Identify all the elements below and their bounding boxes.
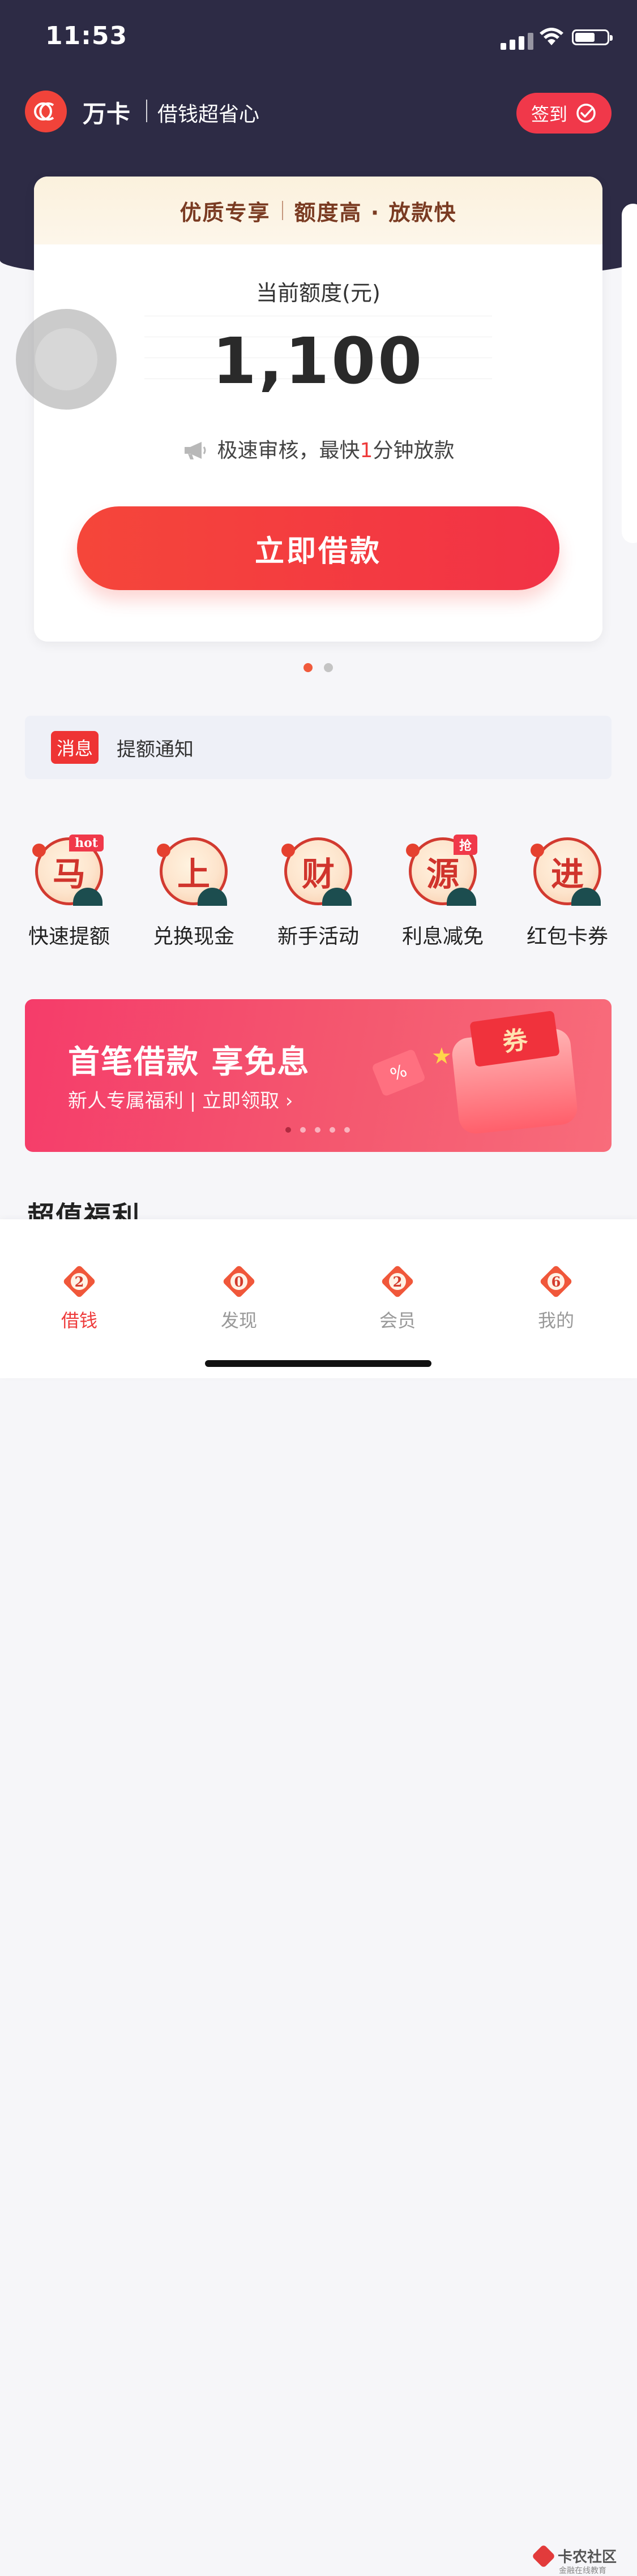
banner-dot [300,1127,306,1133]
app-slogan: 借钱超省心 [157,103,260,126]
tab-borrow[interactable]: 2 借钱 [34,1266,125,1332]
card-banner-left: 优质专享 [179,200,271,225]
lucky-diamond-icon: 2 [63,1266,95,1297]
fortune-medallion-icon: 上 [157,837,228,906]
notice-tag: 消息 [51,731,99,764]
wifi-icon [540,28,563,45]
notice-bar[interactable]: 消息 提额通知 [25,716,612,779]
quick-entry-item[interactable]: 上兑换现金 [143,837,245,949]
quick-entry-item[interactable]: 源抢利息减免 [392,835,494,949]
star-icon: ★ [431,1043,452,1069]
signin-label: 签到 [531,104,567,125]
assistive-touch-button[interactable] [16,309,117,410]
app-logo [25,91,67,132]
loan-card: 优质专享 额度高 · 放款快 当前额度(元) 1,100 极速审核，最快1分钟放… [34,177,602,642]
quick-entry-label: 红包卡券 [526,925,608,948]
logo-mark-icon [34,102,54,121]
tab-discover[interactable]: 0 发现 [194,1266,284,1332]
promo-banner[interactable]: 首笔借款 享免息 新人专属福利 | 立即领取 › % ★ 券 [25,999,612,1152]
banner-dot [315,1127,320,1133]
lantern-icon [32,844,46,857]
megaphone-icon [184,442,206,459]
limit-label: 当前额度(元) [256,281,381,306]
fortune-medallion-icon: 进 [531,837,601,906]
tab-label: 发现 [220,1310,257,1331]
banner-dot [344,1127,350,1133]
cellular-signal-icon [501,33,533,50]
tab-number: 2 [74,1273,84,1290]
card-banner-divider [281,201,283,220]
borrow-now-button[interactable]: 立即借款 [77,506,559,590]
banner-title: 首笔借款 享免息 [68,1044,310,1081]
tab-label: 会员 [379,1310,416,1331]
lantern-icon [281,844,295,857]
tab-mine[interactable]: 6 我的 [511,1266,601,1332]
tab-number: 0 [234,1273,244,1290]
card-banner-right: 额度高 · 放款快 [294,200,457,225]
carousel-indicator [303,663,333,672]
promo-suffix: 分钟放款 [373,439,455,462]
quick-entry-label: 快速提额 [28,925,110,948]
tab-member[interactable]: 2 会员 [352,1266,443,1332]
quick-entry-label: 兑换现金 [152,925,234,948]
watermark-main: 卡农社区 [558,2549,617,2566]
notice-text: 提额通知 [117,738,194,761]
banner-subtitle: 新人专属福利 | 立即领取 › [68,1090,293,1112]
home-indicator[interactable] [205,1360,431,1367]
banner-dot [330,1127,335,1133]
tab-label: 借钱 [61,1310,97,1331]
entry-badge: hot [69,835,104,852]
quick-entry-item[interactable]: 进红包卡券 [516,837,618,949]
bottom-tab-bar: 卡农社区 金融在线教育 2 借钱 0 发现 2 会员 6 我的 [0,1219,637,2575]
banner-indicator [285,1127,350,1133]
battery-icon [572,29,613,45]
quick-entry-label: 新手活动 [277,925,359,948]
lantern-icon [157,844,170,857]
header-divider [146,100,147,122]
signin-button[interactable]: 签到 [516,93,612,134]
medallion-glyph: 马 [52,855,85,893]
watermark-sub: 金融在线教育 [559,2566,606,2575]
watermark-logo-icon [531,2544,556,2569]
quick-entry-item[interactable]: 马 hot 快速提额 [18,835,120,949]
lantern-icon [406,844,420,857]
fortune-medallion-icon: 财 [281,837,352,906]
quick-entry-item[interactable]: 财新手活动 [267,837,369,949]
card-banner: 优质专享 额度高 · 放款快 [34,177,602,244]
medallion-glyph: 进 [550,855,584,893]
lucky-diamond-icon: 0 [223,1266,255,1297]
app-name: 万卡 [83,100,131,128]
percent-coupon-icon: % [371,1048,426,1097]
medallion-glyph: 上 [177,855,210,893]
fortune-medallion-icon: 源抢 [406,835,477,906]
banner-dot [285,1127,291,1133]
fortune-medallion-icon: 马 hot [32,835,104,906]
check-circle-icon [576,104,596,123]
lucky-diamond-icon: 2 [382,1266,413,1297]
limit-value: 1,100 [212,325,425,398]
medallion-glyph: 财 [301,855,335,893]
tab-label: 我的 [537,1310,574,1331]
promo-prefix: 极速审核，最快 [217,439,360,462]
promo-line: 极速审核，最快1分钟放款 [34,434,602,463]
lantern-icon [531,844,544,857]
status-time: 11:53 [45,21,128,50]
lucky-diamond-icon: 6 [540,1266,572,1297]
next-card-peek[interactable] [622,204,637,543]
tab-number: 2 [392,1273,403,1290]
entry-badge: 抢 [453,835,477,855]
quick-entry-label: 利息减免 [401,925,484,948]
quick-entry-grid: 马 hot 快速提额上兑换现金财新手活动源抢利息减免进红包卡券 [0,835,637,956]
carousel-dot [324,663,333,672]
tab-number: 6 [551,1273,561,1290]
carousel-dot [303,663,313,672]
promo-highlight: 1 [360,439,373,462]
